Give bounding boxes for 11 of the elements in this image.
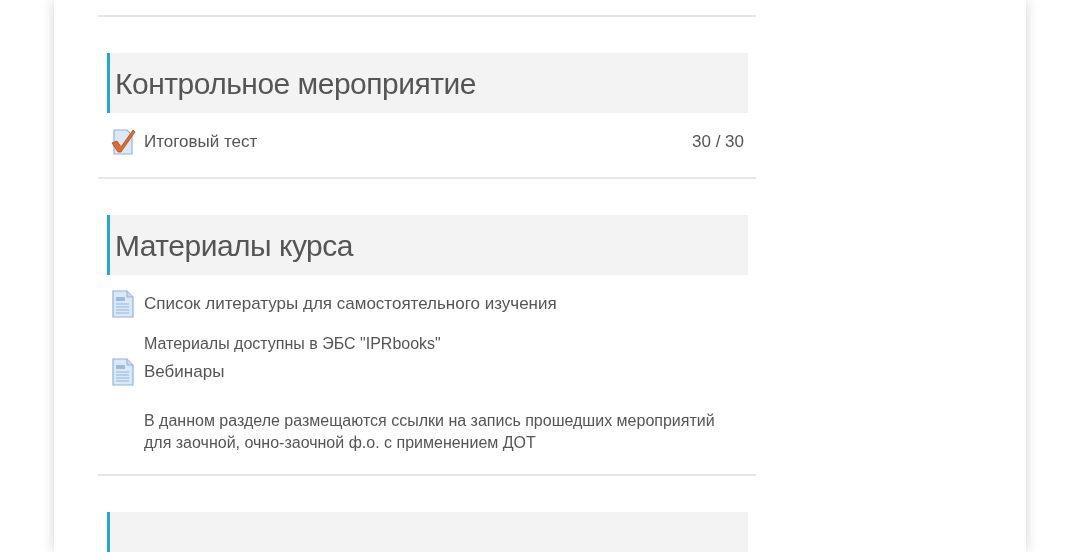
section-heading: Материалы курса [107,215,748,275]
section-heading: Контрольное мероприятие [107,53,748,113]
activity-description: В данном разделе размещаются ссылки на запись прошедших мероприятий для заочной, очно-заочной ф.о. с применением ДОТ [144,411,716,453]
document-icon [111,358,135,386]
activity-link[interactable]: Итоговый тест [144,129,258,155]
activity-link[interactable]: Список литературы для самостоятельного изучения [144,291,557,317]
grade-text: 30 / 30 [692,131,744,154]
activity-link[interactable]: Вебинары [144,359,225,385]
document-icon [111,290,135,318]
quiz-icon [111,128,137,156]
activity-description: Материалы доступны в ЭБС "IPRbooks" [144,334,442,354]
